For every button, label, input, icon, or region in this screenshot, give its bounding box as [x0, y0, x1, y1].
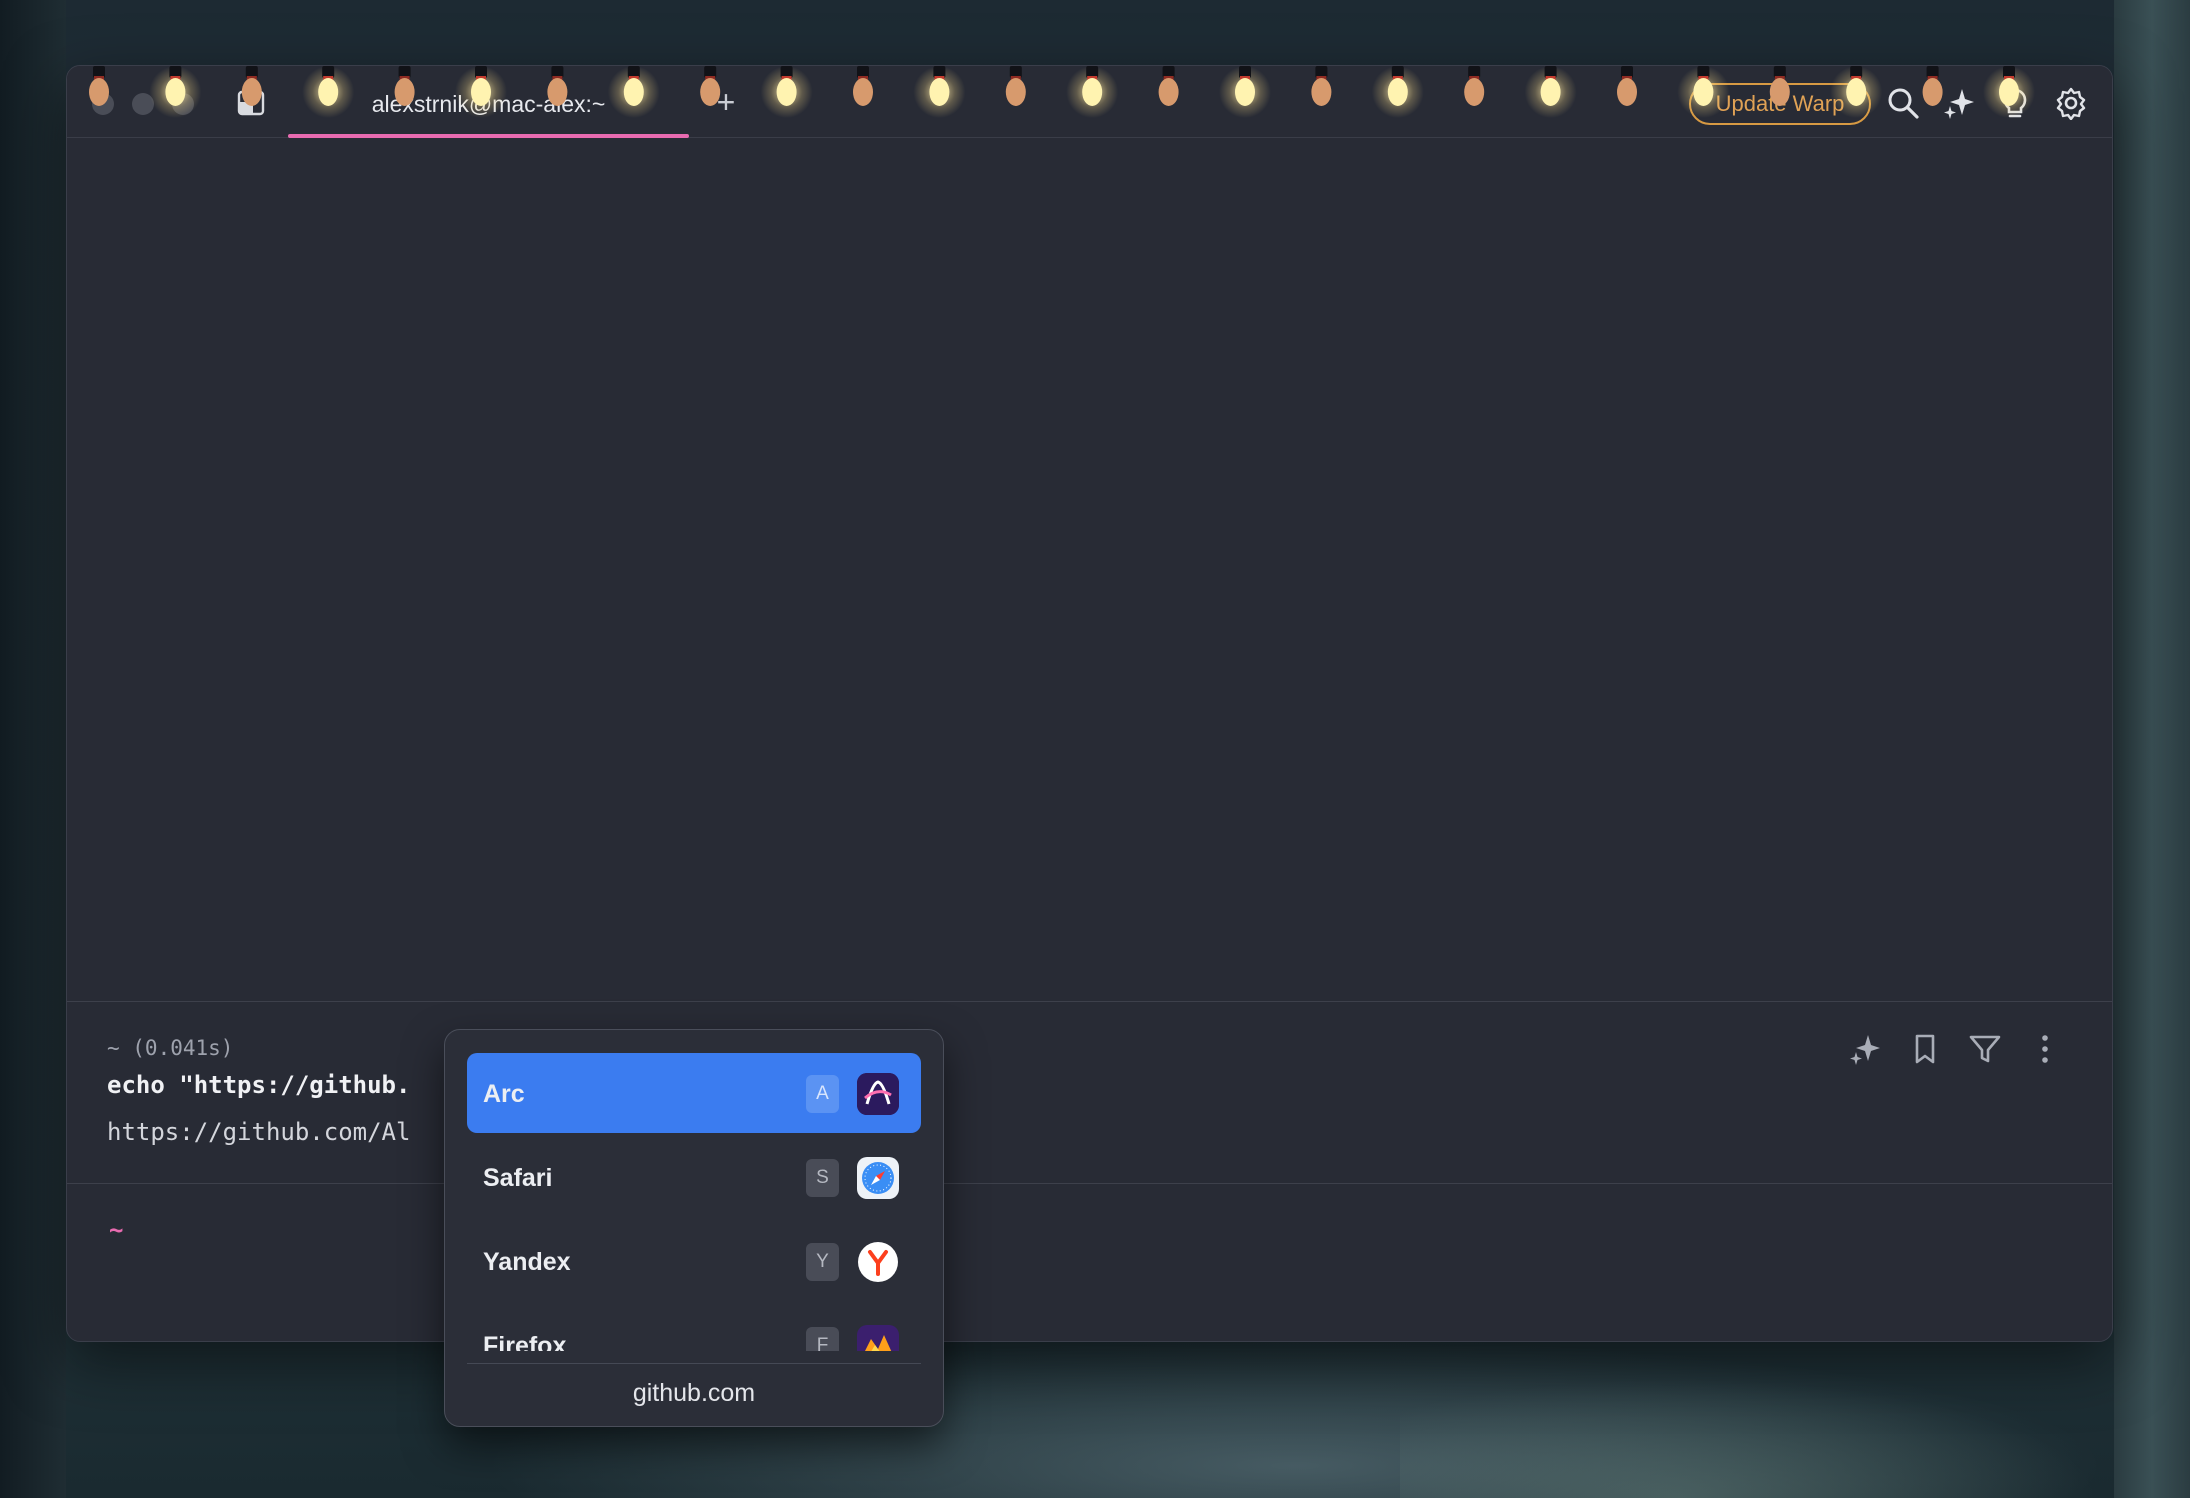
browser-picker-popup: Arc A Safari S Yandex Y Firefox F github…: [444, 1029, 944, 1427]
lightbulb-icon[interactable]: [1998, 86, 2032, 120]
browser-name: Arc: [483, 1080, 525, 1108]
ai-sparkle-icon[interactable]: [1942, 86, 1976, 120]
popup-divider: [467, 1363, 921, 1364]
wallpaper-foliage: [1400, 1378, 2100, 1498]
shortcut-key: A: [806, 1075, 839, 1113]
ai-sparkle-icon[interactable]: [1848, 1032, 1882, 1066]
new-tab-button[interactable]: +: [710, 86, 742, 118]
browser-item-firefox[interactable]: Firefox F: [467, 1305, 921, 1351]
search-icon[interactable]: [1886, 86, 1920, 120]
input-prompt[interactable]: ~: [109, 1216, 123, 1244]
more-vertical-icon[interactable]: [2028, 1032, 2062, 1066]
window-maximize-button[interactable]: [172, 93, 194, 115]
filter-icon[interactable]: [1968, 1032, 2002, 1066]
titlebar: alexstrnik@mac-alex:~ + Update Warp: [67, 66, 2112, 138]
block-command[interactable]: echo "https://github.: [107, 1071, 410, 1099]
window-minimize-button[interactable]: [132, 93, 154, 115]
browser-item-yandex[interactable]: Yandex Y: [467, 1221, 921, 1301]
wallpaper-tree-right: [2114, 0, 2190, 1498]
browser-list: Arc A Safari S Yandex Y Firefox F: [467, 1053, 921, 1351]
wallpaper-tree-left: [0, 0, 66, 1498]
settings-gear-icon[interactable]: [2054, 86, 2088, 121]
update-warp-button[interactable]: Update Warp: [1689, 83, 1871, 125]
window-close-button[interactable]: [92, 93, 114, 115]
block-output[interactable]: https://github.com/Al: [107, 1118, 410, 1146]
tab-title: alexstrnik@mac-alex:~: [371, 91, 606, 117]
browser-item-arc[interactable]: Arc A: [467, 1053, 921, 1133]
panel-icon[interactable]: [237, 90, 265, 116]
block-meta: ~ (0.041s): [107, 1036, 234, 1060]
arc-icon: [857, 1073, 899, 1115]
tab-active-indicator: [288, 134, 689, 138]
tab-active[interactable]: alexstrnik@mac-alex:~: [288, 66, 689, 138]
block-actions: [1848, 1032, 2062, 1066]
browser-name: Safari: [483, 1164, 553, 1192]
block-divider-bottom: [67, 1183, 2112, 1184]
shortcut-key: S: [806, 1159, 839, 1197]
browser-name: Yandex: [483, 1248, 571, 1276]
browser-item-safari[interactable]: Safari S: [467, 1137, 921, 1217]
safari-icon: [857, 1157, 899, 1199]
bookmark-icon[interactable]: [1908, 1032, 1942, 1066]
firefox-icon: [857, 1325, 899, 1351]
block-divider-top: [67, 1001, 2112, 1002]
yandex-icon: [857, 1241, 899, 1283]
shortcut-key: Y: [806, 1243, 839, 1281]
link-domain: github.com: [632, 1379, 756, 1407]
browser-name: Firefox: [483, 1332, 567, 1351]
shortcut-key: F: [806, 1327, 839, 1351]
warp-terminal-window: alexstrnik@mac-alex:~ + Update Warp ~ (0…: [66, 65, 2113, 1342]
